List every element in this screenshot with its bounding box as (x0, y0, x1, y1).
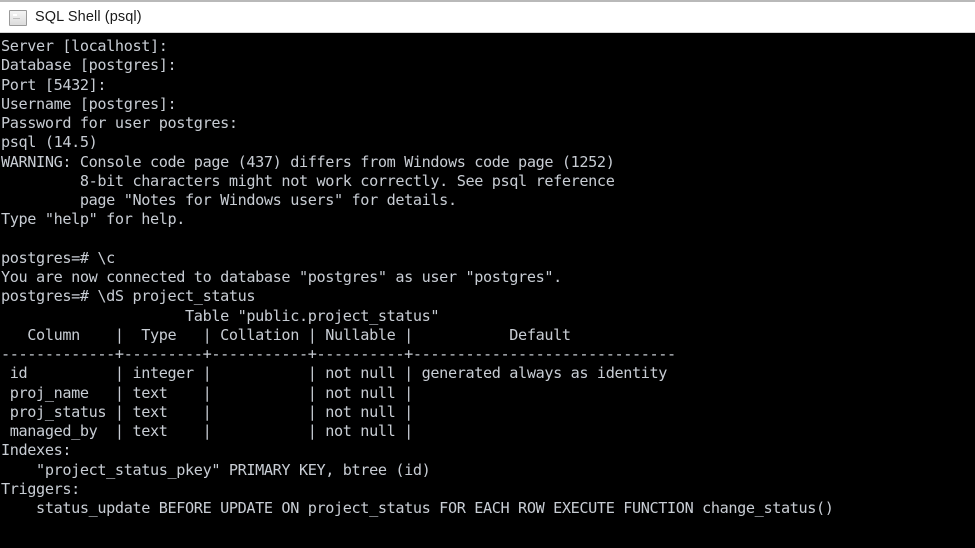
window-titlebar[interactable]: SQL Shell (psql) (0, 0, 975, 33)
terminal-transcript: Server [localhost]: Database [postgres]:… (0, 37, 975, 518)
console-terminal-icon (9, 10, 27, 26)
window-title: SQL Shell (psql) (35, 10, 142, 25)
terminal-console[interactable]: Server [localhost]: Database [postgres]:… (0, 33, 975, 548)
